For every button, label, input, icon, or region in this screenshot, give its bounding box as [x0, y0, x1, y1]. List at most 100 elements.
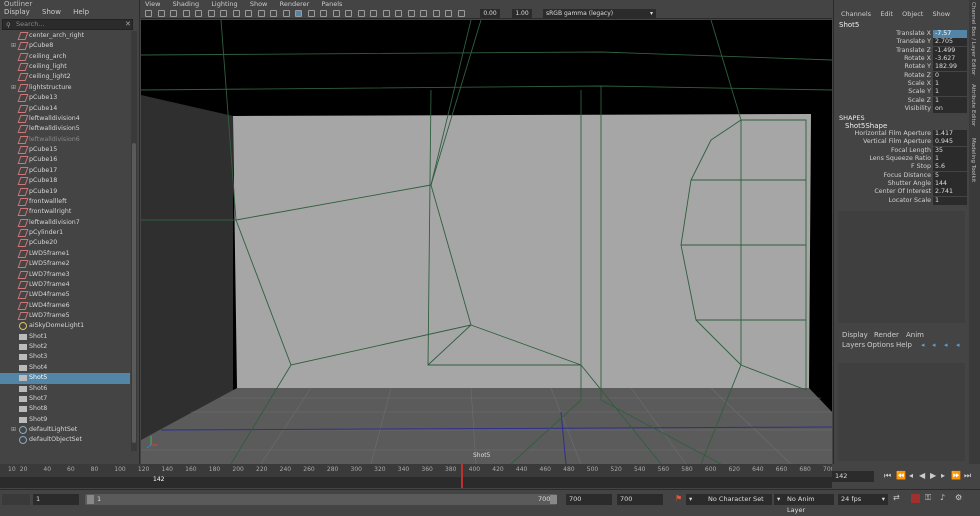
current-frame-field[interactable]: 142 [832, 471, 874, 482]
close-icon[interactable]: ✕ [125, 20, 131, 28]
channel-value[interactable]: 1 [933, 196, 967, 205]
gamma-field[interactable]: 1.00 [512, 9, 532, 18]
outliner-item[interactable]: LWD4frame5 [0, 290, 130, 300]
outliner-item[interactable]: Shot5 [0, 373, 130, 384]
outliner-item[interactable]: Shot6 [0, 384, 130, 394]
outliner-item[interactable]: ⊞ lightstructure [0, 83, 130, 93]
viewport-menu-panels[interactable]: Panels [322, 0, 343, 8]
step-forward-icon[interactable]: ⏩ [951, 471, 961, 480]
channel-value[interactable]: 5 [933, 171, 967, 180]
image-plane-icon[interactable] [182, 10, 190, 17]
outliner-item[interactable]: Shot9 [0, 415, 130, 425]
channel-menu-object[interactable]: Object [902, 10, 923, 18]
step-forward-frame-icon[interactable]: ▸ [941, 471, 945, 480]
channel-value[interactable]: 1 [933, 155, 967, 164]
layer-menu-help[interactable]: Help [896, 341, 912, 349]
outliner-item[interactable]: frontwallright [0, 207, 130, 217]
xray-joints-icon[interactable] [420, 10, 427, 17]
outliner-item[interactable]: pCube14 [0, 104, 130, 114]
outliner-menu-show[interactable]: Show [42, 8, 61, 16]
tab-anim[interactable]: Anim [906, 331, 924, 339]
key-icon[interactable]: ⚿ [925, 493, 931, 503]
channel-value[interactable]: 0.945 [933, 138, 967, 147]
gate-mask-icon[interactable] [232, 10, 240, 17]
move-layer-up-icon[interactable]: ◂ [921, 341, 925, 349]
layer-menu-options[interactable]: Options [867, 341, 894, 349]
tab-attribute-editor[interactable]: Attribute Editor [970, 84, 976, 126]
channel-value[interactable]: 1.417 [933, 130, 967, 138]
tab-channel-box[interactable]: Channel Box / Layer Editor [970, 2, 976, 75]
outliner-item[interactable]: Shot2 [0, 342, 130, 352]
channel-row[interactable]: Shutter Angle 144 [834, 180, 969, 189]
textured-icon[interactable] [320, 10, 327, 17]
channel-menu-channels[interactable]: Channels [841, 10, 871, 18]
channel-row[interactable]: Scale X1 [834, 80, 969, 89]
motion-blur-icon[interactable] [370, 10, 377, 17]
channel-row[interactable]: Locator Scale 1 [834, 196, 969, 205]
outliner-item[interactable]: Shot1 [0, 332, 130, 342]
tab-render[interactable]: Render [874, 331, 899, 339]
outliner-item[interactable]: aiSkyDomeLight1 [0, 321, 130, 331]
safe-action-icon[interactable] [257, 10, 265, 17]
anim-layer-dropdown[interactable]: No Anim Layer ▾ [774, 494, 834, 514]
exposure-field[interactable]: 0.00 [480, 9, 500, 18]
step-back-icon[interactable]: ⏪ [896, 471, 906, 480]
channel-row[interactable]: Focal Length 35 [834, 146, 969, 155]
channel-value[interactable]: -3.627 [933, 55, 967, 64]
channel-menu-edit[interactable]: Edit [880, 10, 893, 18]
channel-value[interactable]: 2.741 [933, 188, 967, 197]
channel-row[interactable]: Rotate X -3.627 [834, 55, 969, 64]
channel-row[interactable]: Rotate Z0 [834, 71, 969, 80]
range-end-field[interactable]: 700 [566, 494, 612, 505]
tab-modeling-toolkit[interactable]: Modeling Toolkit [970, 138, 976, 182]
outliner-item[interactable]: center_arch_right [0, 31, 130, 41]
step-back-frame-icon[interactable]: ◂ [909, 471, 913, 480]
outliner-scrollbar[interactable] [131, 31, 137, 451]
channel-value[interactable]: 0 [933, 71, 967, 80]
channel-row[interactable]: Vertical Film Aperture 0.945 [834, 138, 969, 147]
default-material-icon[interactable] [307, 10, 315, 17]
expand-icon[interactable]: ⊞ [11, 83, 16, 93]
outliner-item[interactable]: pCylinder1 [0, 228, 130, 238]
new-layer-selected-icon[interactable]: ◂ [956, 341, 960, 349]
outliner-item[interactable]: leftwalldivision6 [0, 135, 130, 145]
range-handle-right[interactable] [550, 495, 557, 504]
gamma-icon[interactable] [457, 10, 465, 17]
viewport-3d[interactable] [141, 20, 832, 464]
channel-value[interactable]: 1 [933, 80, 967, 89]
anti-alias-icon[interactable] [382, 10, 390, 17]
viewport-menu-shading[interactable]: Shading [173, 0, 199, 8]
exposure-icon[interactable] [445, 10, 452, 17]
channel-row[interactable]: Rotate Y 182.99 [834, 63, 969, 72]
timeline-track[interactable] [0, 477, 832, 488]
range-handle-left[interactable] [87, 495, 94, 504]
channel-value[interactable]: 35 [933, 146, 967, 155]
use-lights-icon[interactable] [332, 10, 340, 17]
outliner-item[interactable]: Shot3 [0, 352, 130, 362]
outliner-item[interactable]: pCube15 [0, 145, 130, 155]
outliner-item[interactable]: ceiling_light2 [0, 72, 130, 82]
scrollbar-thumb[interactable] [132, 143, 136, 443]
outliner-item[interactable]: frontwallleft [0, 197, 130, 207]
grid-icon[interactable] [195, 10, 202, 17]
move-layer-down-icon[interactable]: ◂ [932, 341, 936, 349]
channel-row[interactable]: Focus Distance 5 [834, 171, 969, 180]
channel-value[interactable]: 1 [933, 88, 967, 97]
go-to-end-icon[interactable]: ⏭ [964, 471, 971, 481]
resolution-gate-icon[interactable] [220, 10, 227, 17]
loop-icon[interactable]: ⇄ [893, 493, 900, 502]
shadows-icon[interactable] [345, 10, 352, 17]
channel-value[interactable]: -1.499 [933, 46, 967, 55]
expand-icon[interactable]: ⊞ [11, 425, 16, 435]
expand-icon[interactable]: ⊞ [11, 41, 16, 51]
channel-row[interactable]: Visibility on [834, 105, 969, 114]
channel-value[interactable]: 5.6 [933, 163, 967, 172]
settings-icon[interactable]: ⚙ [955, 493, 962, 502]
smooth-shade-icon[interactable] [295, 10, 302, 17]
outliner-item[interactable]: leftwalldivision5 [0, 124, 130, 134]
viewport-menu-renderer[interactable]: Renderer [280, 0, 310, 8]
outliner-item[interactable]: Shot8 [0, 404, 130, 414]
character-set-dropdown[interactable]: No Character Set ▾ [686, 494, 772, 505]
outliner-item[interactable]: pCube17 [0, 166, 130, 176]
colorspace-dropdown[interactable]: sRGB gamma (legacy) ▾ [543, 9, 656, 18]
